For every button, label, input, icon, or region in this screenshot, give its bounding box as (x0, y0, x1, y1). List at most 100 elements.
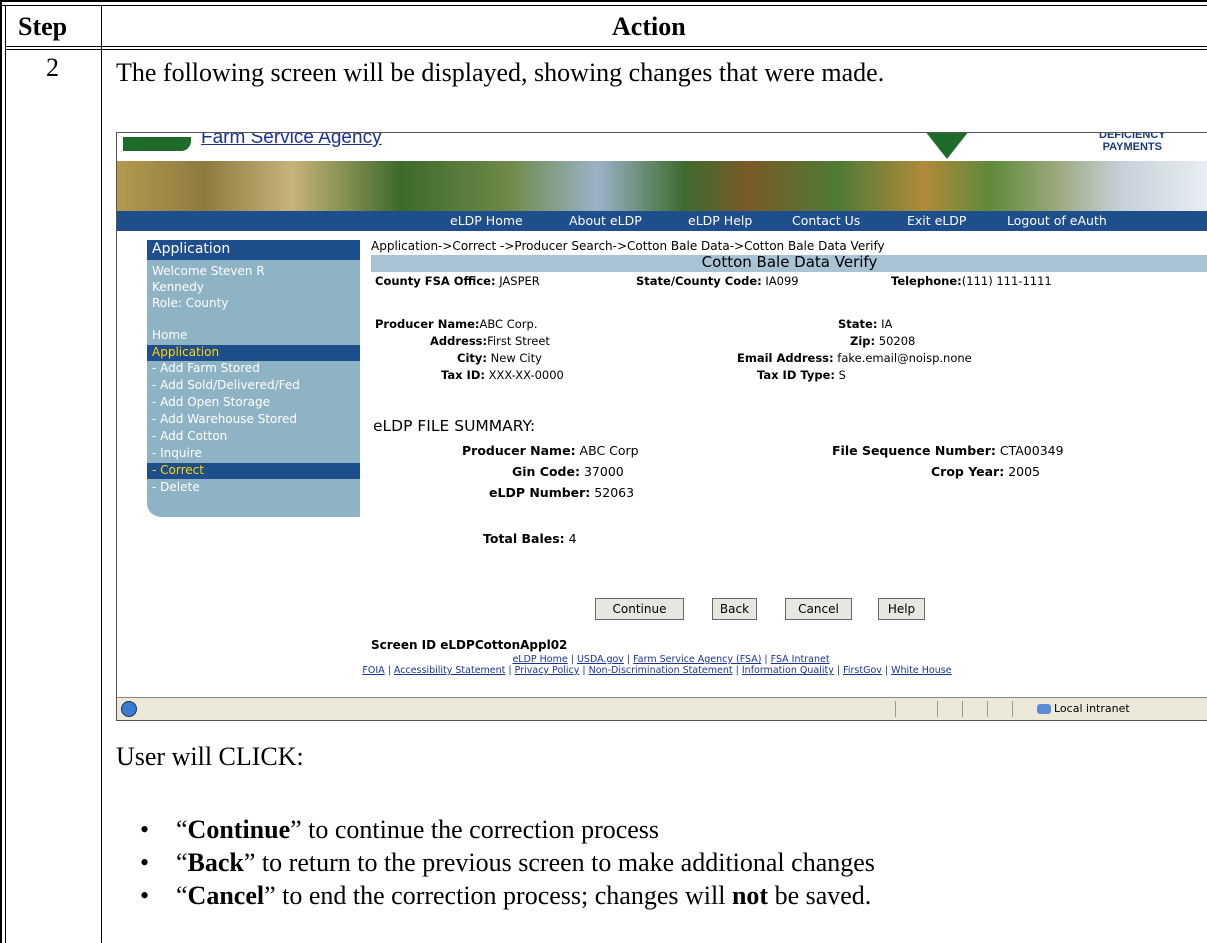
table-border-top (0, 0, 1207, 2)
producer-name-label: Producer Name: (375, 317, 480, 331)
county-office-label: County FSA Office: (375, 274, 496, 288)
footer-links-primary: eLDP Home | USDA.gov | Farm Service Agen… (512, 654, 830, 665)
status-separator (895, 701, 896, 717)
footer-link-firstgov[interactable]: FirstGov (843, 665, 882, 676)
intro-text: The following screen will be displayed, … (116, 58, 885, 87)
help-button[interactable]: Help (878, 598, 925, 620)
footer-link-non-discrimination[interactable]: Non-Discrimination Statement (589, 665, 733, 676)
sidebar-item-application-label: Application (152, 345, 220, 359)
table-header-divider (5, 46, 1207, 47)
tax-id-value: XXX-XX-0000 (488, 368, 564, 382)
sidebar-item-home[interactable]: Home (152, 328, 187, 342)
gin-code-label: Gin Code: (512, 464, 580, 479)
footer-link-eldp-home[interactable]: eLDP Home (512, 654, 567, 665)
email-label: Email Address: (737, 351, 834, 365)
agency-name-link[interactable]: Farm Service Agency (201, 133, 382, 149)
table-column-divider (101, 5, 102, 943)
footer-link-usda[interactable]: USDA.gov (577, 654, 624, 665)
banner-photo-strip (117, 161, 1207, 211)
table-border-left-inner (5, 5, 6, 943)
producer-name-value: ABC Corp. (479, 317, 538, 331)
state-county-code-value: IA099 (765, 274, 799, 288)
list-item: “Continue” to continue the correction pr… (140, 813, 875, 846)
cancel-term: Cancel (187, 881, 265, 910)
footer-link-foia[interactable]: FOIA (362, 665, 384, 676)
footer-links-secondary: FOIA | Accessibility Statement | Privacy… (362, 665, 952, 676)
intranet-zone-icon (1037, 704, 1051, 714)
crop-year: Crop Year: 2005 (931, 464, 1040, 479)
footer-link-information-quality[interactable]: Information Quality (742, 665, 834, 676)
tax-id: Tax ID: XXX-XX-0000 (441, 368, 564, 382)
crop-year-value: 2005 (1008, 464, 1041, 479)
sidebar-item-add-warehouse-stored[interactable]: - Add Warehouse Stored (152, 412, 297, 426)
file-seq-label: File Sequence Number: (832, 443, 996, 458)
nav-about-eldp[interactable]: About eLDP (569, 213, 642, 228)
header-action: Action (612, 12, 686, 41)
address-label: Address: (430, 334, 488, 348)
sidebar: Application Welcome Steven R Kennedy Rol… (147, 240, 360, 517)
email-value: fake.email@noisp.none (837, 351, 972, 365)
sidebar-item-add-farm-stored[interactable]: - Add Farm Stored (152, 361, 260, 375)
nav-contact-us[interactable]: Contact Us (792, 213, 860, 228)
sidebar-item-add-cotton[interactable]: - Add Cotton (152, 429, 227, 443)
summary-producer-value: ABC Corp (579, 443, 639, 458)
nav-eldp-home[interactable]: eLDP Home (450, 213, 523, 228)
footer-link-fsa[interactable]: Farm Service Agency (FSA) (633, 654, 761, 665)
sidebar-item-add-open-storage[interactable]: - Add Open Storage (152, 395, 270, 409)
state-value: IA (881, 317, 893, 331)
gin-code-value: 37000 (583, 464, 624, 479)
ldp-logo-text: DEFICIENCY PAYMENTS (1099, 132, 1166, 153)
screen-id: Screen ID eLDPCottonAppl02 (371, 638, 568, 652)
page-title-bar: Cotton Bale Data Verify (371, 253, 1207, 272)
fsa-logo-bar (123, 137, 191, 151)
welcome-text-2: Kennedy (152, 280, 204, 294)
summary-producer-label: Producer Name: (462, 443, 576, 458)
telephone-value: (111) 111-1111 (961, 274, 1052, 288)
table-border-left (0, 0, 2, 943)
header-banner: Farm Service Agency DEFICIENCY PAYMENTS (117, 133, 1207, 161)
header-step: Step (18, 12, 68, 41)
nav-eldp-help[interactable]: eLDP Help (688, 213, 752, 228)
sidebar-item-correct[interactable]: - Correct (147, 463, 360, 479)
sidebar-item-application[interactable]: Application (147, 345, 360, 361)
user-will-click: User will CLICK: (116, 742, 304, 771)
status-separator (962, 701, 963, 717)
ldp-logo-icon (925, 133, 969, 159)
nav-logout-eauth[interactable]: Logout of eAuth (1007, 213, 1107, 228)
table-header-divider-2 (5, 49, 1207, 50)
file-seq-value: CTA00349 (999, 443, 1064, 458)
footer-link-fsa-intranet[interactable]: FSA Intranet (771, 654, 830, 665)
security-zone-label: Local intranet (1054, 702, 1130, 715)
browser-status-bar: Local intranet (117, 697, 1207, 720)
sidebar-item-inquire[interactable]: - Inquire (152, 446, 202, 460)
footer-link-white-house[interactable]: White House (891, 665, 951, 676)
producer-name: Producer Name:ABC Corp. (375, 317, 537, 331)
back-button[interactable]: Back (712, 598, 757, 620)
not-emphasis: not (731, 881, 769, 910)
sidebar-item-add-sold-delivered-fed[interactable]: - Add Sold/Delivered/Fed (152, 378, 300, 392)
tax-id-type-value: S (838, 368, 846, 382)
eldp-number-value: 52063 (594, 485, 635, 500)
footer-link-privacy[interactable]: Privacy Policy (515, 665, 580, 676)
ldp-logo-line1: DEFICIENCY (1099, 132, 1166, 141)
continue-button[interactable]: Continue (595, 598, 684, 620)
cancel-button[interactable]: Cancel (785, 598, 852, 620)
list-item: “Cancel” to end the correction process; … (140, 879, 875, 912)
step-number: 2 (46, 53, 59, 82)
sidebar-item-correct-label: - Correct (152, 463, 204, 477)
footer-link-accessibility[interactable]: Accessibility Statement (394, 665, 505, 676)
county-office: County FSA Office: JASPER (375, 274, 540, 288)
total-bales: Total Bales: 4 (483, 531, 577, 546)
status-separator (1012, 701, 1013, 717)
total-bales-label: Total Bales: (483, 531, 565, 546)
sidebar-item-delete[interactable]: - Delete (152, 480, 200, 494)
nav-exit-eldp[interactable]: Exit eLDP (907, 213, 966, 228)
zip-value: 50208 (878, 334, 916, 348)
state: State: IA (838, 317, 892, 331)
tax-id-label: Tax ID: (441, 368, 485, 382)
county-office-value: JASPER (499, 274, 540, 288)
address: Address:First Street (430, 334, 550, 348)
list-item: “Back” to return to the previous screen … (140, 846, 875, 879)
state-county-code: State/County Code: IA099 (636, 274, 799, 288)
summary-heading: eLDP FILE SUMMARY: (373, 417, 536, 435)
